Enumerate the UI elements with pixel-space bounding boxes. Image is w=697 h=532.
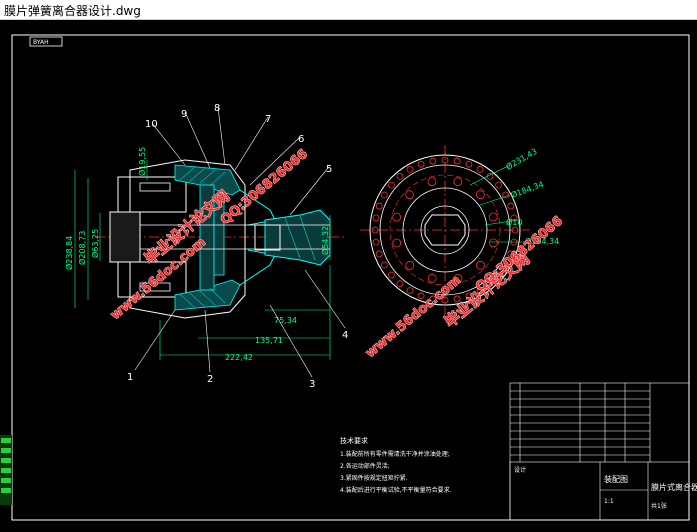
dim-d63: Ø63,25 <box>90 229 100 258</box>
rim-hole <box>507 202 515 210</box>
callout-2: 2 <box>207 374 213 385</box>
bolt-hole <box>392 212 402 222</box>
window-title: 膜片弹簧离合器设计.dwg <box>4 4 141 18</box>
rim-hole <box>429 157 437 165</box>
bolt-hole <box>405 261 415 270</box>
callout-10: 10 <box>145 119 158 130</box>
bolt-hole <box>392 238 402 248</box>
rim-hole <box>387 271 395 279</box>
title-block-part-name: 膜片式离合器 <box>651 482 697 492</box>
rim-hole <box>417 160 425 168</box>
rim-hole <box>372 238 380 246</box>
bolt-hole <box>476 260 485 270</box>
callout-3: 3 <box>309 379 315 390</box>
rim-hole <box>453 157 461 165</box>
notes-heading: 技术要求 <box>340 436 368 445</box>
rim-hole <box>372 214 380 222</box>
callout-1: 1 <box>127 372 133 383</box>
rim-hole <box>396 280 404 288</box>
left-tool-palette[interactable] <box>0 435 12 505</box>
front-dimensions <box>469 164 528 243</box>
callout-6: 6 <box>298 134 304 145</box>
dim-d208: Ø208,73 <box>77 231 87 265</box>
dim-d184a: Ø184,34 <box>509 179 545 200</box>
rim-hole <box>495 181 503 189</box>
bolt-hole <box>488 238 498 248</box>
bolt-hole <box>453 177 463 187</box>
dim-d19: Ø19,55 <box>137 147 147 176</box>
dim-135: 135,71 <box>255 336 283 345</box>
rim-hole <box>406 287 414 295</box>
bolt-hole <box>475 190 485 199</box>
cad-canvas[interactable]: BYAH Ø238,84 Ø208,73 Ø63,25 Ø19,55 Ø54,3… <box>0 20 697 528</box>
bolt-hole <box>405 190 414 200</box>
title-block <box>509 382 690 521</box>
corner-tag: BYAH <box>33 39 49 46</box>
rim-hole <box>476 165 484 173</box>
rim-hole <box>396 172 404 180</box>
note-line-1: 1.装配前所有零件需清洗干净并涂油处理; <box>340 450 450 458</box>
bolt-hole <box>427 177 437 187</box>
dim-222: 222,42 <box>225 353 253 362</box>
title-block-sheet: 共1张 <box>651 502 667 510</box>
rim-hole <box>406 165 414 173</box>
callout-4: 4 <box>342 330 348 341</box>
dim-d10: Ø10 <box>506 217 522 227</box>
rim-hole <box>387 181 395 189</box>
note-line-4: 4.装配后进行平衡试验,不平衡量符合要求. <box>340 486 452 494</box>
rim-hole <box>375 250 383 258</box>
dim-d231: Ø231,43 <box>504 146 539 172</box>
title-block-row-label: 装配图 <box>604 474 628 484</box>
dim-d54: Ø54,32 <box>320 226 330 255</box>
bolt-hole <box>488 212 498 222</box>
bolt-hole <box>427 273 437 283</box>
callout-7: 7 <box>265 114 271 125</box>
technical-notes: 技术要求 1.装配前所有零件需清洗干净并涂油处理; 2.各运动部件灵活; 3.紧… <box>340 436 452 494</box>
dim-d238: Ø238,84 <box>64 236 74 270</box>
title-block-scale: 1:1 <box>604 498 614 505</box>
drawing-svg[interactable]: BYAH Ø238,84 Ø208,73 Ø63,25 Ø19,55 Ø54,3… <box>0 20 697 528</box>
title-block-designer: 设计 <box>514 466 526 474</box>
note-line-3: 3.紧固件按规定扭矩拧紧. <box>340 474 408 482</box>
note-line-2: 2.各运动部件灵活; <box>340 462 390 470</box>
callout-9: 9 <box>181 109 187 120</box>
callout-5: 5 <box>326 164 332 175</box>
rim-hole <box>375 202 383 210</box>
callout-8: 8 <box>214 103 220 114</box>
rim-hole <box>380 191 388 199</box>
rim-hole <box>380 261 388 269</box>
rim-hole <box>465 160 473 168</box>
window-titlebar: 膜片弹簧离合器设计.dwg <box>0 0 697 20</box>
